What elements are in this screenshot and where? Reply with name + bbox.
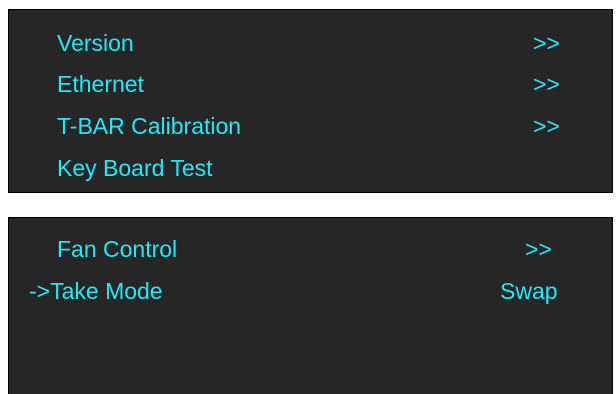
menu-item-fan-control[interactable]: Fan Control >> xyxy=(9,233,612,265)
menu-item-take-mode[interactable]: ->Take Mode Swap xyxy=(9,275,612,307)
take-mode-value[interactable]: Swap xyxy=(500,275,558,307)
menu-panel-top: Version >> Ethernet >> T-BAR Calibration… xyxy=(8,9,613,193)
menu-panel-bottom: Fan Control >> ->Take Mode Swap xyxy=(8,217,613,394)
menu-item-ethernet[interactable]: Ethernet >> xyxy=(9,68,612,100)
submenu-arrow-icon: >> xyxy=(533,30,560,56)
menu-item-label-selected: ->Take Mode xyxy=(29,278,163,304)
menu-item-keyboard-test[interactable]: Key Board Test xyxy=(9,152,612,184)
menu-item-label: Ethernet xyxy=(57,71,144,97)
menu-item-version[interactable]: Version >> xyxy=(9,27,612,59)
menu-item-label: Version xyxy=(57,30,134,56)
submenu-arrow-icon: >> xyxy=(533,113,560,139)
menu-item-label: T-BAR Calibration xyxy=(57,113,242,139)
submenu-arrow-icon: >> xyxy=(533,71,560,97)
submenu-arrow-icon: >> xyxy=(525,236,552,262)
menu-item-label: Fan Control xyxy=(57,236,178,262)
menu-item-tbar-calibration[interactable]: T-BAR Calibration >> xyxy=(9,110,612,142)
menu-item-label: Key Board Test xyxy=(57,155,213,181)
